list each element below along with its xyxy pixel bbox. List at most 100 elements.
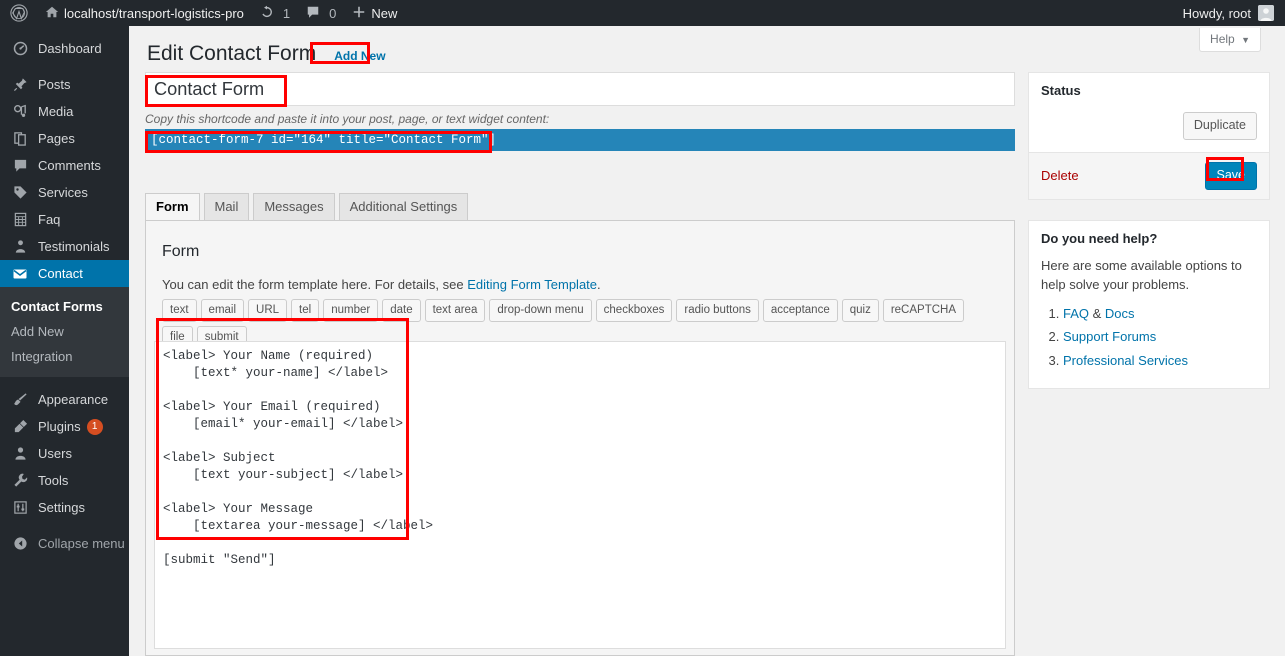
professional-services-link[interactable]: Professional Services: [1063, 353, 1188, 368]
admin-bar: localhost/transport-logistics-pro 1 0 Ne…: [0, 0, 1285, 26]
sidebar-item-pages[interactable]: Pages: [0, 125, 129, 152]
shortcode-input[interactable]: [145, 128, 1015, 151]
tab-messages[interactable]: Messages: [253, 193, 335, 221]
tag-button-checkboxes[interactable]: checkboxes: [595, 299, 673, 323]
sidebar-item-dashboard[interactable]: Dashboard: [0, 35, 129, 62]
sidebar-item-appearance[interactable]: Appearance: [0, 386, 129, 413]
form-description-suffix: .: [597, 277, 601, 292]
form-template-textarea[interactable]: <label> Your Name (required) [text* your…: [154, 341, 1006, 649]
tag-button-tel[interactable]: tel: [291, 299, 320, 323]
editing-form-template-link[interactable]: Editing Form Template: [467, 277, 597, 292]
sidebar-item-label: Settings: [38, 500, 85, 515]
tag-button-acceptance[interactable]: acceptance: [762, 299, 838, 323]
collapse-arrow-icon: [10, 536, 30, 551]
faq-link[interactable]: FAQ: [1063, 306, 1089, 321]
new-content-label: New: [371, 5, 398, 21]
tag-button-text-area[interactable]: text area: [424, 299, 486, 323]
sidebar-item-services[interactable]: Services: [0, 179, 129, 206]
sidebar-item-label: Media: [38, 104, 74, 119]
form-tab-panel: Form You can edit the form template here…: [145, 220, 1015, 656]
comment-bubble-icon: [306, 5, 320, 22]
avatar: [1258, 5, 1274, 21]
sidebar-item-users[interactable]: Users: [0, 440, 129, 467]
wordpress-logo-menu[interactable]: [0, 0, 37, 26]
tag-button-number[interactable]: number: [323, 299, 379, 323]
updates-menu[interactable]: 1: [252, 0, 298, 26]
sidebar-item-settings[interactable]: Settings: [0, 494, 129, 521]
envelope-icon: [10, 266, 30, 282]
page-title: Edit Contact Form: [147, 42, 317, 65]
tab-additional-settings[interactable]: Additional Settings: [338, 193, 469, 221]
media-icon: [10, 104, 30, 119]
contact-form-editor-tabs: Form Mail Messages Additional Settings: [145, 193, 472, 222]
tag-button-quiz[interactable]: quiz: [841, 299, 879, 323]
save-button[interactable]: Save: [1204, 161, 1257, 190]
sidebar-item-plugins[interactable]: Plugins 1: [0, 413, 129, 440]
sliders-icon: [10, 500, 30, 515]
plugins-update-badge: 1: [86, 418, 103, 435]
updates-icon: [260, 5, 274, 22]
help-postbox: Do you need help? Here are some availabl…: [1028, 219, 1270, 389]
support-forums-link[interactable]: Support Forums: [1063, 329, 1156, 344]
sidebar-item-contact[interactable]: Contact: [0, 260, 129, 287]
sidebar-top-gap: [0, 26, 129, 35]
sidebar-item-contact-forms[interactable]: Contact Forms: [0, 294, 129, 319]
tag-button-radio-buttons[interactable]: radio buttons: [676, 299, 759, 323]
plug-icon: [10, 419, 30, 434]
status-box-title: Status: [1041, 83, 1081, 98]
delete-link[interactable]: Delete: [1041, 168, 1079, 183]
help-box-intro: Here are some available options to help …: [1041, 257, 1242, 293]
collapse-menu-button[interactable]: Collapse menu: [0, 530, 129, 557]
help-tab-button[interactable]: Help ▼: [1199, 28, 1261, 52]
new-content-menu[interactable]: New: [344, 0, 405, 26]
sidebar-item-label: Contact: [38, 266, 83, 281]
tag-button-text[interactable]: text: [162, 299, 197, 323]
plus-icon: [352, 5, 366, 22]
editor-column: Copy this shortcode and paste it into yo…: [145, 72, 1015, 151]
tag-button-recaptcha[interactable]: reCAPTCHA: [882, 299, 965, 323]
docs-link[interactable]: Docs: [1105, 306, 1135, 321]
my-account-menu[interactable]: Howdy, root: [1175, 0, 1285, 26]
sidebar-item-integration[interactable]: Integration: [0, 344, 129, 369]
list-item: FAQ & Docs: [1063, 304, 1257, 324]
tag-button-url[interactable]: URL: [248, 299, 288, 323]
tab-mail[interactable]: Mail: [203, 193, 250, 221]
sidebar-item-label: Appearance: [38, 392, 109, 407]
admin-sidebar-menu: Dashboard Posts Media Pages Comments Ser…: [0, 26, 129, 656]
tag-button-email[interactable]: email: [200, 299, 245, 323]
main-content-area: Help ▼ Edit Contact Form Add New Copy th…: [129, 26, 1285, 656]
sidebar-item-faq[interactable]: Faq: [0, 206, 129, 233]
sidebar-item-label: Services: [38, 185, 88, 200]
tab-form[interactable]: Form: [145, 193, 200, 222]
comments-menu[interactable]: 0: [298, 0, 344, 26]
sidebar-item-testimonials[interactable]: Testimonials: [0, 233, 129, 260]
pin-icon: [10, 77, 30, 92]
sidebar-item-tools[interactable]: Tools: [0, 467, 129, 494]
tag-button-date[interactable]: date: [382, 299, 421, 323]
tag-button-drop-down-menu[interactable]: drop-down menu: [489, 299, 592, 323]
help-links-list: FAQ & Docs Support Forums Professional S…: [1063, 304, 1257, 371]
duplicate-button[interactable]: Duplicate: [1182, 112, 1257, 140]
form-title-input[interactable]: [145, 72, 1015, 106]
list-item: Professional Services: [1063, 351, 1257, 371]
sidebar-item-posts[interactable]: Posts: [0, 71, 129, 98]
sidebar-item-label: Faq: [38, 212, 61, 227]
faq-docs-separator: &: [1089, 305, 1105, 321]
help-box-title: Do you need help?: [1041, 230, 1158, 246]
sidebar-item-comments[interactable]: Comments: [0, 152, 129, 179]
person-icon: [10, 239, 30, 254]
updates-count: 1: [282, 5, 291, 21]
status-box-body: Duplicate: [1029, 108, 1269, 152]
help-box-body: Here are some available options to help …: [1029, 256, 1269, 389]
paintbrush-icon: [10, 392, 30, 407]
comment-bubble-icon: [10, 158, 30, 173]
form-panel-heading: Form: [162, 243, 200, 260]
major-publishing-actions: Delete Save: [1029, 151, 1269, 199]
sidebar-item-media[interactable]: Media: [0, 98, 129, 125]
sidebar-item-add-new[interactable]: Add New: [0, 319, 129, 344]
add-new-button[interactable]: Add New: [327, 46, 392, 66]
site-name-menu[interactable]: localhost/transport-logistics-pro: [37, 0, 252, 26]
howdy-label: Howdy, root: [1182, 5, 1251, 21]
